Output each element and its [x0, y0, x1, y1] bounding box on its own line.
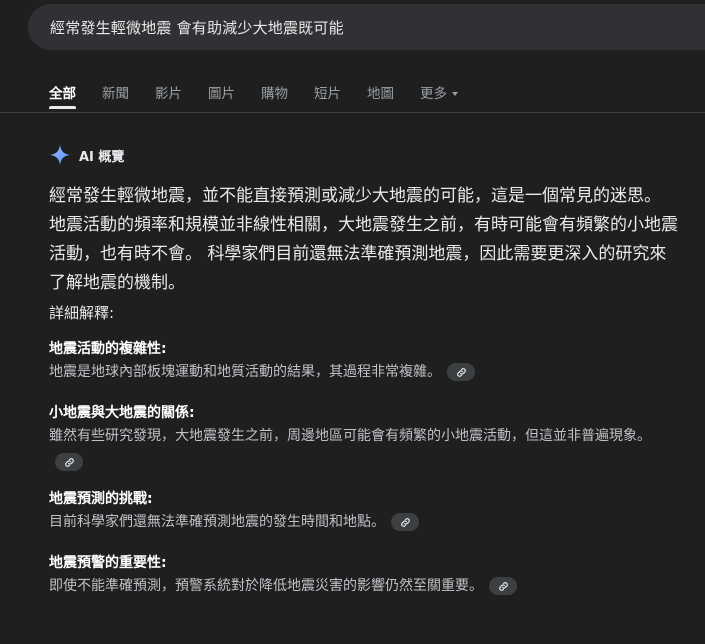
tab-shopping[interactable]: 購物 [261, 82, 288, 102]
search-query[interactable]: 經常發生輕微地震 會有助減少大地震既可能 [50, 17, 344, 38]
link-icon [498, 581, 508, 591]
tab-shorts[interactable]: 短片 [314, 82, 341, 102]
item-desc: 即使不能準確預測，預警系統對於降低地震災害的影響仍然至關重要。 [49, 573, 689, 599]
item-desc: 目前科學家們還無法準確預測地震的發生時間和地點。 [49, 509, 689, 535]
ai-overview-summary: 經常發生輕微地震，並不能直接預測或減少大地震的可能，這是一個常見的迷思。 地震活… [49, 186, 678, 293]
sparkle-icon [49, 144, 71, 166]
ai-overview-title: AI 概覽 [79, 149, 125, 165]
tab-more[interactable]: 更多 [420, 82, 458, 102]
tabs-divider [0, 112, 705, 113]
source-link-chip[interactable] [489, 577, 517, 595]
link-icon [64, 457, 74, 467]
source-link-chip[interactable] [55, 453, 83, 471]
item-desc: 地震是地球內部板塊運動和地質活動的結果，其過程非常複雜。 [49, 359, 689, 385]
search-tabs: 全部 新聞 影片 圖片 購物 短片 地圖 更多 [49, 82, 484, 109]
item-title: 地震預警的重要性: [49, 555, 167, 571]
ai-overview-header: AI 概覽 [49, 144, 124, 166]
link-icon [400, 517, 410, 527]
item-desc-text: 雖然有些研究發現，大地震發生之前，周邊地區可能會有頻繁的小地震活動，但這並非普遍… [49, 428, 651, 444]
tab-maps[interactable]: 地圖 [367, 82, 394, 102]
item-title: 小地震與大地震的關係: [49, 405, 195, 421]
search-results-page: 經常發生輕微地震 會有助減少大地震既可能 全部 新聞 影片 圖片 購物 短片 地… [0, 0, 705, 644]
item-desc: 雖然有些研究發現，大地震發生之前，周邊地區可能會有頻繁的小地震活動，但這並非普遍… [49, 423, 669, 475]
tab-all[interactable]: 全部 [49, 82, 76, 109]
source-link-chip[interactable] [447, 363, 475, 381]
tab-videos[interactable]: 影片 [155, 82, 182, 102]
item-desc-text: 目前科學家們還無法準確預測地震的發生時間和地點。 [49, 514, 385, 530]
source-link-chip[interactable] [391, 513, 419, 531]
item-desc-text: 地震是地球內部板塊運動和地質活動的結果，其過程非常複雜。 [49, 364, 441, 380]
link-icon [456, 367, 466, 377]
item-title: 地震活動的複雜性: [49, 341, 167, 357]
caret-down-icon [452, 92, 458, 96]
item-title: 地震預測的挑戰: [49, 491, 153, 507]
item-desc-text: 即使不能準確預測，預警系統對於降低地震災害的影響仍然至關重要。 [49, 578, 483, 594]
details-heading: 詳細解釋: [49, 304, 115, 322]
tab-more-label: 更多 [420, 86, 447, 102]
tab-images[interactable]: 圖片 [208, 82, 235, 102]
search-bar[interactable]: 經常發生輕微地震 會有助減少大地震既可能 [28, 4, 705, 50]
tab-news[interactable]: 新聞 [102, 82, 129, 102]
